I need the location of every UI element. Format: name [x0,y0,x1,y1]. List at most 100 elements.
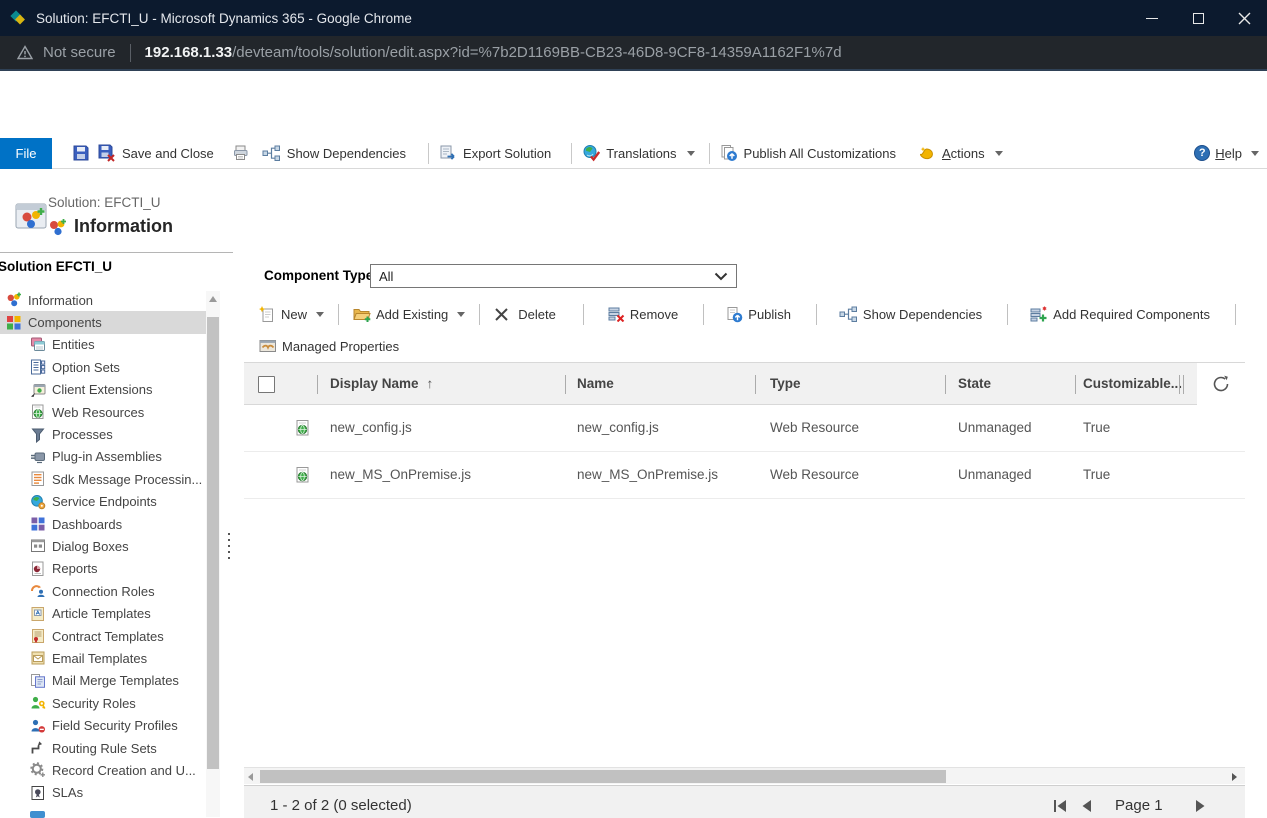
show-dependencies-button[interactable]: Show Dependencies [262,145,406,162]
mail-merge-templates-icon [30,673,46,689]
next-page-button[interactable] [1194,799,1207,818]
sidebar-item-security-roles[interactable]: Security Roles [0,692,207,714]
column-type[interactable]: Type [770,376,801,391]
sidebar-item-web-resources[interactable]: Web Resources [0,401,207,423]
sidebar-item-mail-merge-templates[interactable]: Mail Merge Templates [0,670,207,692]
sidebar-item-label: Web Resources [52,405,144,420]
cell-display-name[interactable]: new_MS_OnPremise.js [330,467,471,482]
translations-button[interactable]: Translations [582,144,694,162]
file-menu-button[interactable]: File [0,138,52,169]
sidebar-item-contract-templates[interactable]: Contract Templates [0,625,207,647]
sidebar-scrollbar-thumb[interactable] [207,317,219,769]
column-state[interactable]: State [958,376,991,391]
save-and-close-label: Save and Close [122,146,214,161]
connection-roles-icon [30,583,46,599]
export-solution-button[interactable]: Export Solution [439,144,551,162]
help-dropdown-caret [1251,151,1259,156]
client-extensions-icon [30,382,46,398]
cell-state: Unmanaged [958,467,1032,482]
sidebar-item-label: Service Endpoints [52,494,157,509]
url-text[interactable]: 192.168.1.33/devteam/tools/solution/edit… [145,44,842,61]
actions-button[interactable]: Actions [918,144,1003,162]
help-icon: ? [1194,145,1210,161]
toolbar-separator [1007,304,1008,325]
sidebar-item-dashboards[interactable]: Dashboards [0,513,207,535]
add-required-components-button[interactable]: Add Required Components [1021,306,1219,323]
new-icon [259,306,276,323]
components-grid: Display Name↑ Name Type State Customizab… [244,362,1245,499]
components-icon [6,315,22,331]
url-path: /devteam/tools/solution/edit.aspx?id=%7b… [232,44,841,61]
sidebar-scrollbar[interactable] [206,291,220,817]
refresh-button[interactable] [1197,363,1245,405]
sidebar-item-label: Email Templates [52,651,147,666]
maximize-button[interactable] [1175,0,1221,36]
sidebar-item-information[interactable]: Information [0,289,207,311]
sidebar-item-components[interactable]: Components [0,311,207,333]
cell-display-name[interactable]: new_config.js [330,420,412,435]
save-button[interactable] [72,144,90,162]
sidebar-item-plugin-assemblies[interactable]: Plug-in Assemblies [0,446,207,468]
scrollbar-up-arrow-icon[interactable] [206,291,220,307]
dependencies-icon [839,306,858,323]
sidebar-item-article-templates[interactable]: Article Templates [0,602,207,624]
information-icon [6,292,22,308]
delete-button[interactable]: Delete [485,307,565,322]
remove-button[interactable]: Remove [599,306,687,322]
sidebar-item-label: SLAs [52,785,83,800]
publish-button[interactable]: Publish [717,306,800,323]
sidebar-item-label: Dashboards [52,517,122,532]
table-row[interactable]: new_MS_OnPremise.js new_MS_OnPremise.js … [244,452,1245,499]
sidebar-item-email-templates[interactable]: Email Templates [0,647,207,669]
add-required-components-icon [1030,306,1048,323]
close-button[interactable] [1221,0,1267,36]
article-templates-icon [30,606,46,622]
sidebar-item-slas[interactable]: SLAs [0,782,207,804]
sidebar-splitter-handle[interactable] [228,533,230,559]
first-page-button[interactable] [1052,799,1069,818]
new-button[interactable]: New [250,306,333,323]
publish-all-label: Publish All Customizations [744,146,896,161]
sort-ascending-icon: ↑ [427,376,434,391]
sidebar-item-entities[interactable]: Entities [0,334,207,356]
sidebar-item-option-sets[interactable]: Option Sets [0,356,207,378]
scroll-right-arrow-icon[interactable] [1232,773,1237,781]
print-button[interactable] [232,144,250,162]
previous-page-button[interactable] [1080,799,1093,818]
sidebar-item-reports[interactable]: Reports [0,558,207,580]
save-and-close-button[interactable]: Save and Close [98,144,214,162]
horizontal-scrollbar[interactable] [244,767,1245,784]
sidebar-item-field-security-profiles[interactable]: Field Security Profiles [0,714,207,736]
add-existing-button[interactable]: Add Existing [344,306,474,323]
option-sets-icon [30,359,46,375]
sidebar-item-service-endpoints[interactable]: Service Endpoints [0,491,207,513]
sidebar-item-dialog-boxes[interactable]: Dialog Boxes [0,535,207,557]
sidebar-item-processes[interactable]: Processes [0,423,207,445]
sidebar-item-connection-roles[interactable]: Connection Roles [0,580,207,602]
grid-show-dependencies-button[interactable]: Show Dependencies [830,306,991,323]
toolbar-separator [816,304,817,325]
column-name[interactable]: Name [577,376,614,391]
remove-label: Remove [630,307,678,322]
managed-properties-button[interactable]: Managed Properties [250,338,408,354]
column-customizable[interactable]: Customizable... [1083,376,1182,391]
sidebar-item-routing-rule-sets[interactable]: Routing Rule Sets [0,737,207,759]
help-button[interactable]: ? Help [1194,145,1259,161]
address-bar[interactable]: Not secure 192.168.1.33/devteam/tools/so… [0,36,1267,71]
sidebar-item-client-extensions[interactable]: Client Extensions [0,379,207,401]
cell-name: new_config.js [577,420,659,435]
first-page-icon [1052,799,1069,813]
minimize-button[interactable] [1129,0,1175,36]
toolbar-separator [338,304,339,325]
scroll-left-arrow-icon[interactable] [248,773,253,781]
sidebar-item-record-creation[interactable]: Record Creation and U... [0,759,207,781]
table-row[interactable]: new_config.js new_config.js Web Resource… [244,405,1245,452]
sidebar-item-label: Routing Rule Sets [52,741,157,756]
sidebar-item-sdk-message-processing[interactable]: Sdk Message Processin... [0,468,207,490]
horizontal-scrollbar-thumb[interactable] [260,770,946,784]
page-number: Page 1 [1115,797,1163,814]
select-all-checkbox[interactable] [258,376,275,393]
component-type-select[interactable]: All [370,264,737,288]
column-display-name[interactable]: Display Name↑ [330,376,433,391]
publish-all-customizations-button[interactable]: Publish All Customizations [720,144,896,162]
